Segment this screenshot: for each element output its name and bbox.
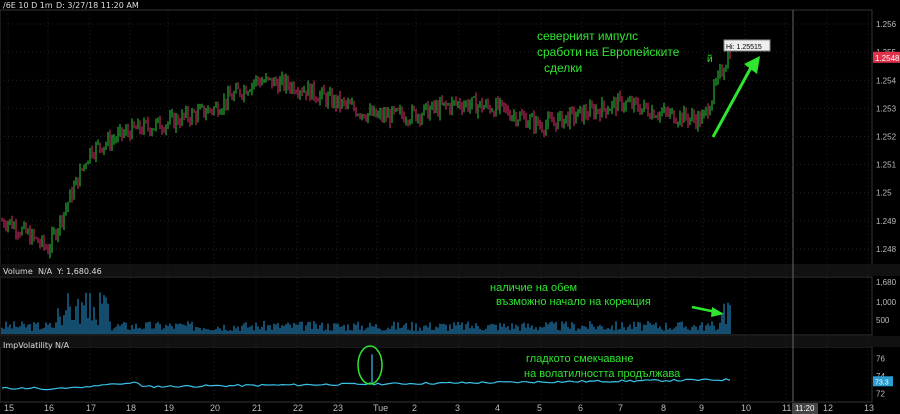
volume-tick-label: 1,000: [876, 298, 897, 307]
time-tick-label: 11: [782, 403, 791, 413]
axes: 15 16 17 18 19 20 21 22 23 Tue 2 3 4 5 6 7 8 9 10 11 12 1311:…: [4, 20, 900, 414]
time-tick-label: 10: [741, 403, 751, 413]
impvol-note-line: на волатилността продължава: [524, 368, 681, 380]
impvol-note-line: гладкото смекчаване: [526, 353, 634, 365]
time-tick-label: 3: [455, 403, 460, 413]
price-note-line: сработи на Европейските: [537, 45, 680, 59]
time-tick-label: 9: [699, 403, 704, 413]
time-tick-label: 8: [661, 403, 666, 413]
time-tick-label: 19: [164, 403, 174, 413]
time-tick-label: 7: [618, 403, 623, 413]
price-note-line: сделки: [544, 61, 582, 75]
price-arrow-head: [744, 56, 760, 74]
time-tick-label: 17: [86, 403, 96, 413]
price-tick-label: 1.252: [876, 133, 897, 142]
price-tick-label: 1.254: [876, 76, 897, 85]
cursor-time-label: 11:20: [795, 404, 815, 413]
impvol-na: N/A: [55, 341, 70, 350]
impvol-tick-label: 76: [876, 355, 885, 364]
time-tick-label: 5: [537, 403, 542, 413]
price-note-extra: й: [707, 54, 713, 65]
price-note-line: северният импулс: [537, 29, 638, 43]
price-tick-label: 1.248: [876, 245, 897, 254]
volume-na: N/A: [38, 267, 53, 276]
impvol-header-bar: [0, 336, 900, 347]
chart-grid: [0, 9, 900, 403]
time-tick-label: 18: [126, 403, 136, 413]
chart-symbol[interactable]: /6E 10 D 1m: [3, 1, 53, 10]
price-tick-label: 1.249: [876, 217, 897, 226]
price-tick-label: 1.251: [876, 161, 897, 170]
impvol-line: [1, 378, 731, 391]
panel-border: [0, 276, 873, 336]
hi-label: Hi: 1.25515: [726, 44, 762, 51]
time-tick-label: 21: [252, 403, 262, 413]
price-tick-label: 1.253: [876, 104, 897, 113]
time-tick-label: 22: [293, 403, 303, 413]
impvol-tick-label: 72: [876, 390, 885, 399]
panel-border: [0, 346, 873, 403]
price-arrow-shaft: [711, 61, 756, 138]
volume-tick-label: 1,680: [876, 278, 897, 287]
impvol-last-label: 73.3: [875, 379, 889, 386]
time-tick-label: 12: [823, 403, 833, 413]
time-tick-label: Tue: [373, 403, 388, 413]
time-tick-label: 15: [4, 403, 14, 413]
impvol-label: ImpVolatility: [3, 341, 53, 350]
time-tick-label: 2: [412, 403, 417, 413]
volume-y-readout: Y: 1,680.46: [57, 267, 102, 276]
time-tick-label: 6: [578, 403, 583, 413]
volume-label: Volume: [3, 267, 33, 276]
chart-date-info: D: 3/27/18 11:20 AM: [56, 1, 139, 10]
time-tick-label: 4: [495, 403, 500, 413]
time-tick-label: 23: [333, 403, 343, 413]
price-candles: [1, 47, 731, 259]
time-tick-label: 20: [210, 403, 220, 413]
last-price-label: 1.2548: [875, 54, 900, 63]
price-tick-label: 1.256: [876, 20, 897, 29]
trading-chart[interactable]: 15 16 17 18 19 20 21 22 23 Tue 2 3 4 5 6 7 8 9 10 11 12 1311:…: [0, 0, 900, 414]
volume-header-bar: [0, 264, 900, 276]
price-tick-label: 1.25: [876, 189, 892, 198]
volume-tick-label: 500: [876, 316, 890, 325]
time-tick-label: 16: [44, 403, 54, 413]
volume-note-line: възможно начало на корекция: [496, 296, 651, 308]
impvol-spike-circle: [357, 345, 383, 385]
volume-note-line: наличие на обем: [490, 282, 577, 294]
time-tick-label: 13: [864, 403, 874, 413]
